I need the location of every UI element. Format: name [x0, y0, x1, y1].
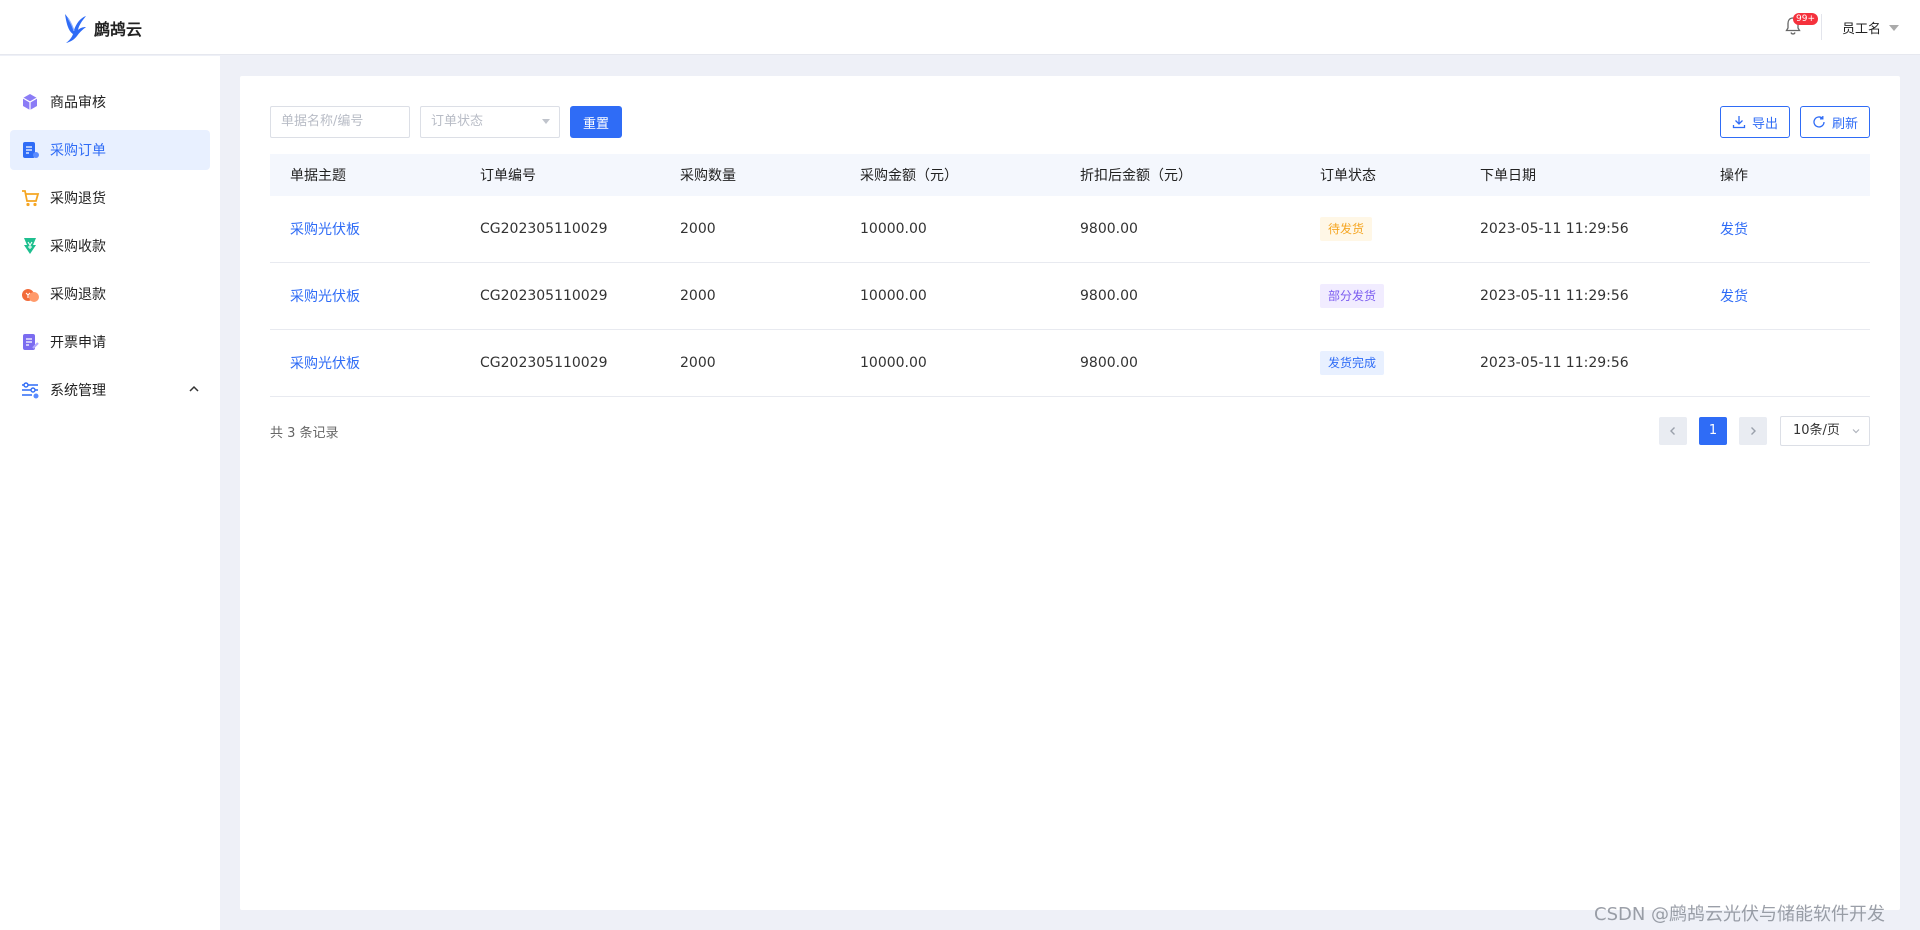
- total-records: 共 3 条记录: [270, 426, 339, 441]
- search-input[interactable]: 单据名称/编号: [270, 106, 410, 138]
- sidebar-item-purchase-receipt[interactable]: 采购收款: [10, 226, 210, 266]
- export-button[interactable]: 导出: [1720, 106, 1790, 138]
- sidebar-item-label: 采购订单: [50, 143, 106, 159]
- sidebar-item-label: 系统管理: [50, 383, 106, 399]
- status-badge: 发货完成: [1320, 351, 1385, 375]
- subject-link[interactable]: 采购光伏板: [290, 219, 360, 239]
- header-date: 下单日期: [1480, 168, 1536, 184]
- next-page-button[interactable]: [1739, 417, 1767, 445]
- table-row: 采购光伏板 CG202305110029 2000 10000.00 9800.…: [270, 263, 1870, 330]
- discounted-amount: 9800.00: [1080, 355, 1138, 371]
- export-label: 导出: [1751, 116, 1778, 132]
- sidebar-item-label: 开票申请: [50, 335, 106, 351]
- sidebar: 商品审核 采购订单 采购退货 采购收款 采购退款 开票申请 系统管理: [0, 56, 220, 930]
- orders-table: 单据主题 订单编号 采购数量 采购金额（元） 折扣后金额（元） 订单状态 下单日…: [270, 154, 1870, 397]
- sidebar-item-product-review[interactable]: 商品审核: [10, 82, 210, 122]
- table-header: 单据主题 订单编号 采购数量 采购金额（元） 折扣后金额（元） 订单状态 下单日…: [270, 154, 1870, 196]
- amount: 10000.00: [860, 221, 927, 237]
- order-no: CG202305110029: [480, 355, 608, 371]
- page-number-button[interactable]: 1: [1699, 417, 1727, 445]
- bird-logo-icon: [65, 14, 86, 43]
- table-row: 采购光伏板 CG202305110029 2000 10000.00 9800.…: [270, 330, 1870, 397]
- order-doc-icon: [20, 140, 40, 160]
- user-name: 员工名: [1842, 22, 1882, 37]
- caret-down-icon: [542, 119, 550, 124]
- subject-link[interactable]: 采购光伏板: [290, 353, 360, 373]
- sidebar-item-purchase-refund[interactable]: 采购退款: [10, 274, 210, 314]
- sidebar-item-label: 商品审核: [50, 95, 106, 111]
- refresh-label: 刷新: [1831, 116, 1858, 132]
- ship-action-link[interactable]: 发货: [1720, 219, 1748, 239]
- amount: 10000.00: [860, 288, 927, 304]
- qty: 2000: [680, 288, 716, 304]
- sidebar-item-label: 采购退款: [50, 287, 106, 303]
- sidebar-item-label: 采购退货: [50, 191, 106, 207]
- cube-icon: [20, 92, 40, 112]
- reset-button[interactable]: 重置: [570, 106, 622, 138]
- caret-down-icon: [1889, 24, 1900, 31]
- sidebar-item-label: 采购收款: [50, 239, 106, 255]
- download-icon: [1732, 116, 1746, 129]
- chevron-up-icon: [189, 385, 199, 392]
- qty: 2000: [680, 221, 716, 237]
- cart-return-icon: [20, 188, 40, 208]
- main-card: 单据名称/编号 订单状态 重置 导出 刷新 单据主题 订单编号 采购数量 采购金…: [240, 76, 1900, 910]
- settings-sliders-icon: [20, 380, 40, 400]
- notification-badge: 99+: [1793, 13, 1818, 25]
- brand-name: 鹧鸪云: [94, 20, 143, 39]
- header-status: 订单状态: [1320, 168, 1376, 184]
- watermark-text: CSDN @鹧鸪云光伏与储能软件开发: [1594, 904, 1886, 925]
- qty: 2000: [680, 355, 716, 371]
- sidebar-item-invoice-request[interactable]: 开票申请: [10, 322, 210, 362]
- header-order-no: 订单编号: [480, 168, 536, 184]
- order-no: CG202305110029: [480, 288, 608, 304]
- order-status-placeholder: 订单状态: [431, 114, 484, 129]
- order-no: CG202305110029: [480, 221, 608, 237]
- discounted-amount: 9800.00: [1080, 288, 1138, 304]
- discounted-amount: 9800.00: [1080, 221, 1138, 237]
- sidebar-item-purchase-order[interactable]: 采购订单: [10, 130, 210, 170]
- header-amount: 采购金额（元）: [860, 168, 958, 184]
- status-badge: 部分发货: [1320, 284, 1385, 308]
- page-size-label: 10条/页: [1793, 423, 1840, 438]
- chevron-right-icon: [1751, 427, 1756, 435]
- table-row: 采购光伏板 CG202305110029 2000 10000.00 9800.…: [270, 196, 1870, 263]
- page-size-select[interactable]: 10条/页: [1780, 416, 1870, 446]
- sidebar-item-purchase-return[interactable]: 采购退货: [10, 178, 210, 218]
- subject-link[interactable]: 采购光伏板: [290, 286, 360, 306]
- top-header: 鹧鸪云 99+ 员工名: [0, 0, 1920, 55]
- ship-action-link[interactable]: 发货: [1720, 286, 1748, 306]
- chevron-left-icon: [1670, 427, 1675, 435]
- order-date: 2023-05-11 11:29:56: [1480, 288, 1629, 304]
- order-status-select[interactable]: 订单状态: [420, 106, 560, 138]
- refresh-icon: [1813, 116, 1825, 128]
- amount: 10000.00: [860, 355, 927, 371]
- invoice-icon: [20, 332, 40, 352]
- header-discounted: 折扣后金额（元）: [1080, 168, 1192, 184]
- status-badge: 待发货: [1320, 217, 1373, 241]
- receive-money-icon: [20, 236, 40, 256]
- user-menu[interactable]: 员工名: [1842, 18, 1900, 37]
- refresh-button[interactable]: 刷新: [1800, 106, 1870, 138]
- order-date: 2023-05-11 11:29:56: [1480, 355, 1629, 371]
- header-qty: 采购数量: [680, 168, 736, 184]
- prev-page-button[interactable]: [1659, 417, 1687, 445]
- sidebar-item-system-management[interactable]: 系统管理: [10, 370, 210, 410]
- order-date: 2023-05-11 11:29:56: [1480, 221, 1629, 237]
- refund-icon: [20, 284, 40, 304]
- header-action: 操作: [1720, 168, 1748, 184]
- header-divider: [1821, 14, 1822, 40]
- header-subject: 单据主题: [290, 168, 346, 184]
- brand-logo[interactable]: 鹧鸪云: [62, 12, 142, 44]
- chevron-down-icon: [1852, 429, 1860, 434]
